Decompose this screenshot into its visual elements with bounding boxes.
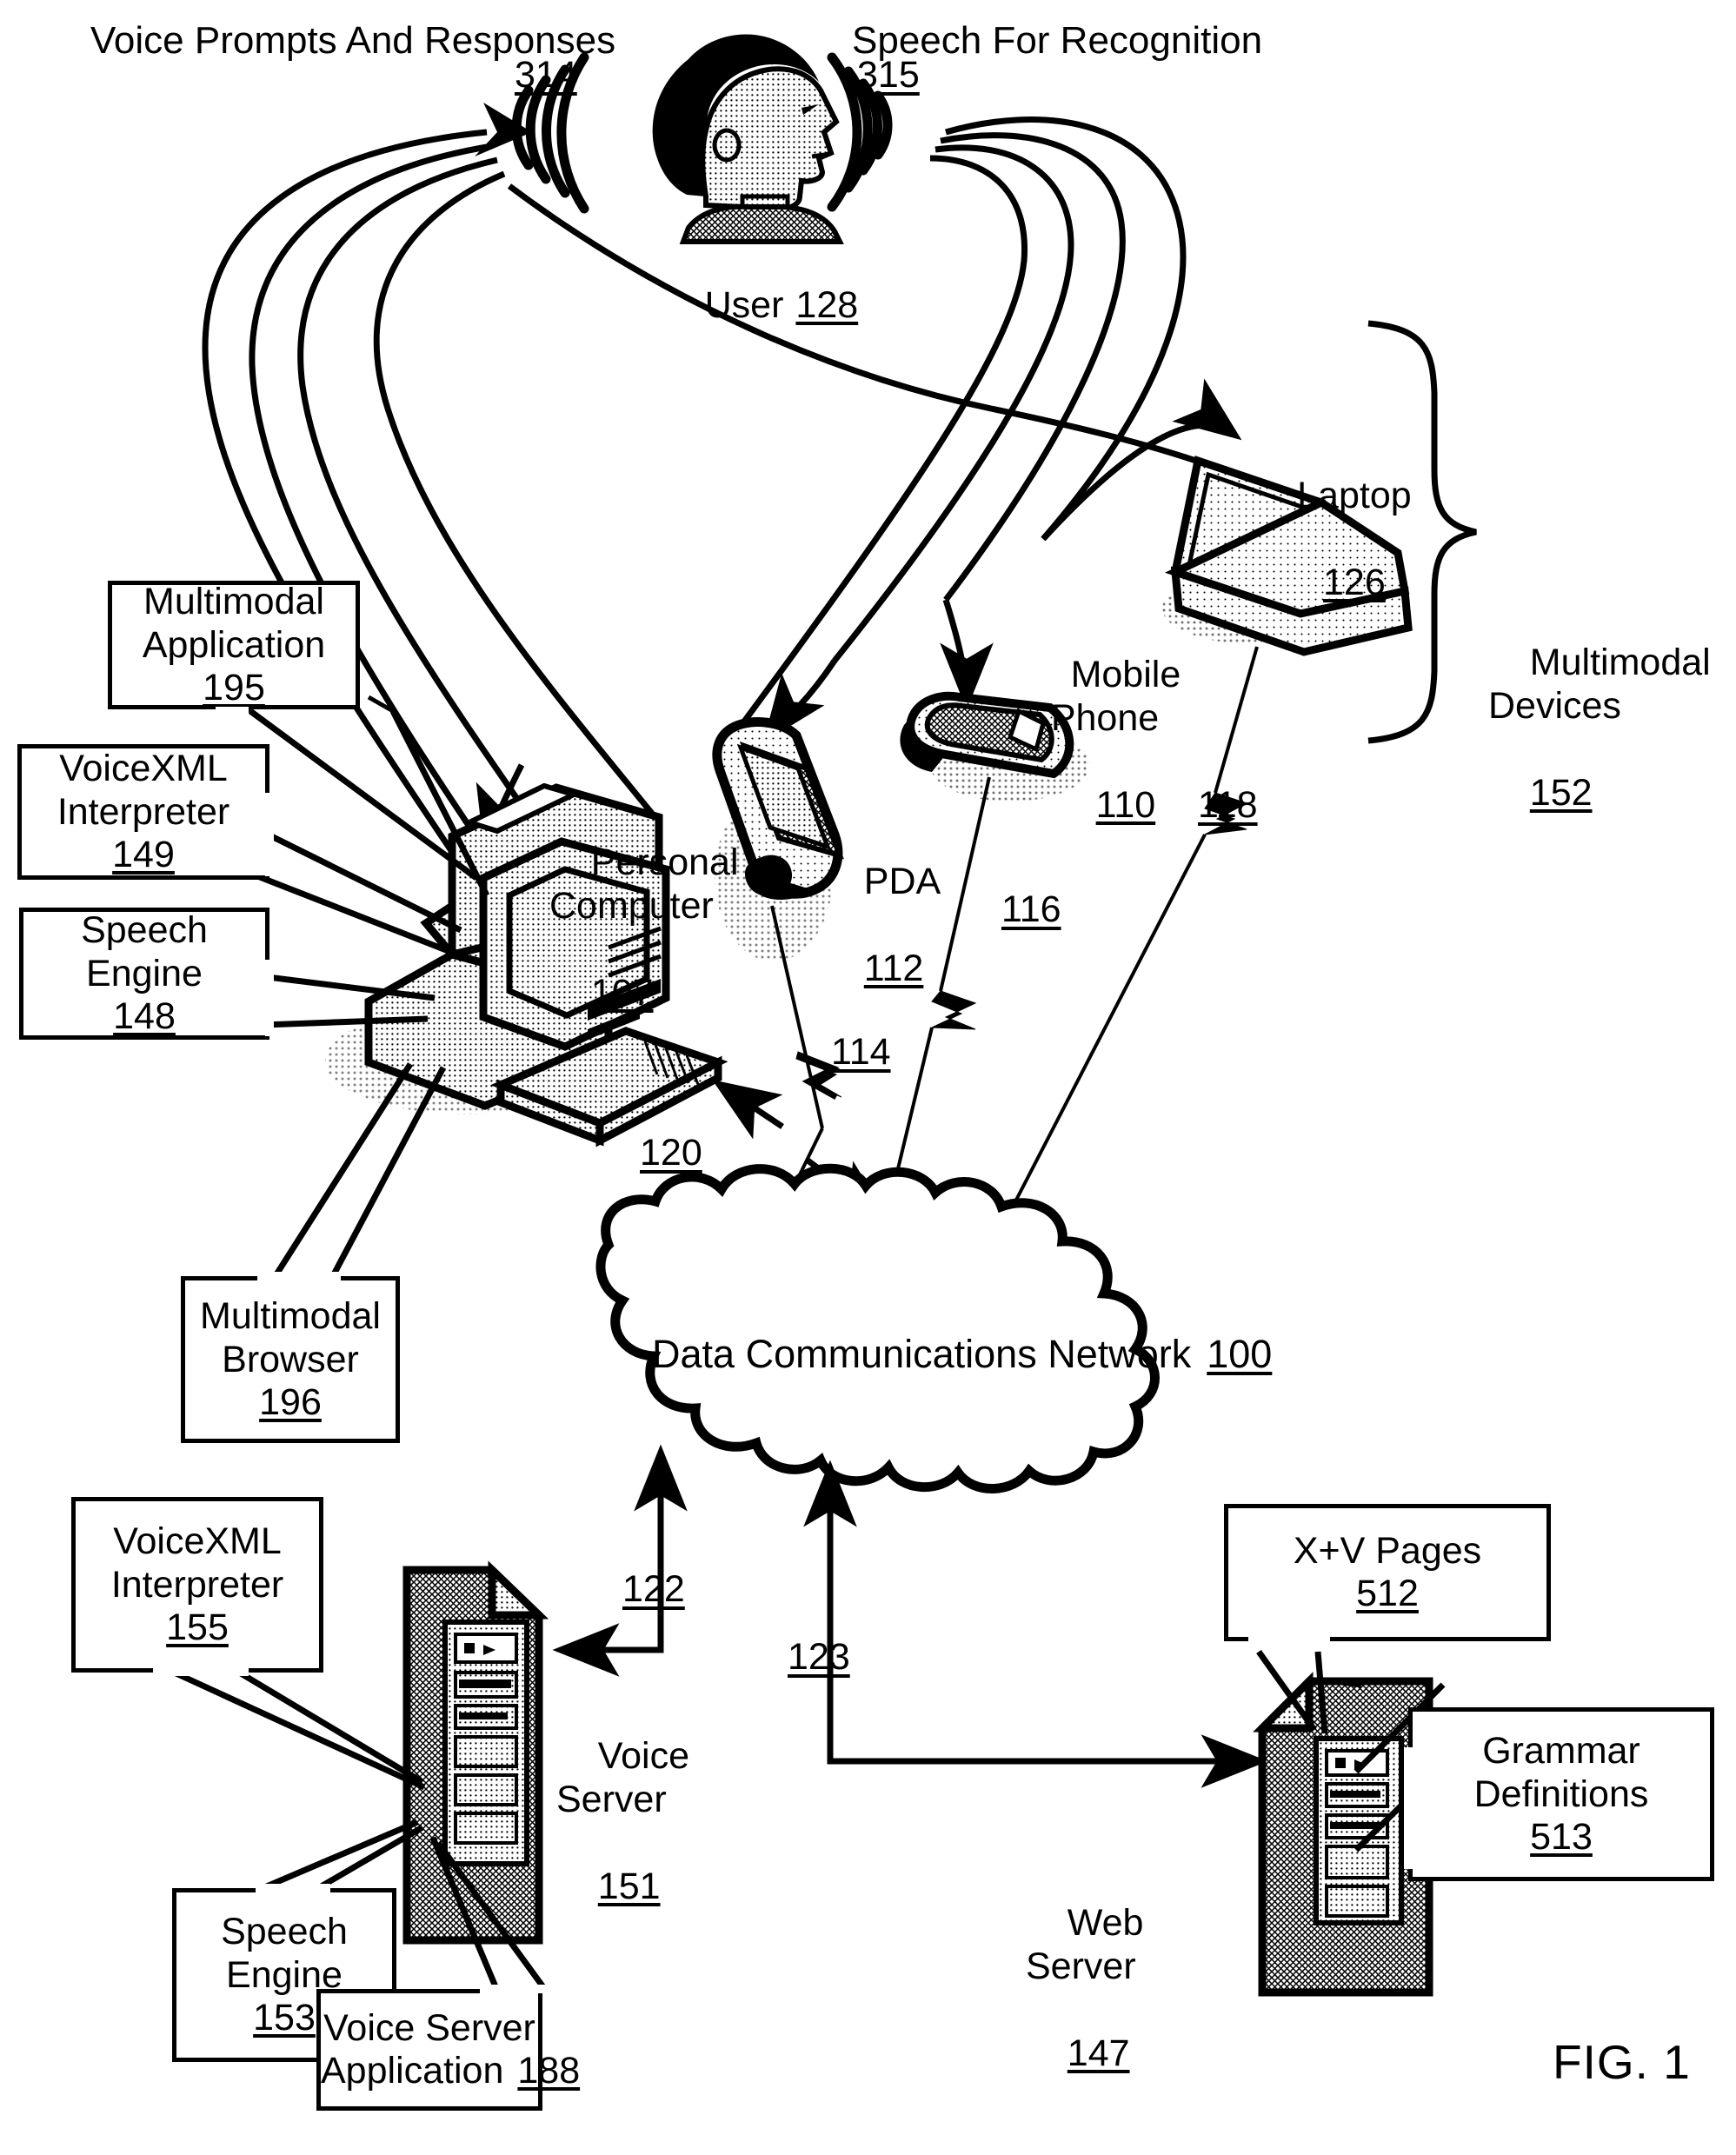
laptop-label: Laptop 126 xyxy=(1247,431,1420,648)
pda-label-text: PDA xyxy=(863,860,941,902)
network-label: Data Communications Network 100 xyxy=(609,1287,1272,1422)
ref-116: 116 xyxy=(1001,888,1061,930)
callout-voicexml-interpreter-149: VoiceXML Interpreter 149 xyxy=(17,744,269,880)
arrow-to-mobile-phone xyxy=(940,598,994,710)
web-server-label: Web Server 147 xyxy=(1026,1859,1243,2118)
callout-multimodal-browser: Multimodal Browser 196 xyxy=(181,1276,400,1443)
mobile-phone-label: Mobile Phone 110 xyxy=(1022,610,1187,870)
ref-114: 114 xyxy=(831,1031,891,1073)
multimodal-browser-text: Multimodal Browser xyxy=(200,1295,381,1380)
network-label-text: Data Communications Network xyxy=(652,1332,1192,1376)
speech-engine-148-text: Speech Engine xyxy=(81,909,208,994)
callout-xv-pages: X+V Pages 512 xyxy=(1224,1504,1551,1641)
voicexml-interpreter-149-text: VoiceXML Interpreter xyxy=(57,748,230,833)
ref-122: 122 xyxy=(622,1568,685,1610)
pda-label: PDA 112 xyxy=(822,817,944,1034)
arrow-to-pda xyxy=(762,659,837,743)
voice-server-icon xyxy=(402,1560,549,1945)
multimodal-browser-num: 196 xyxy=(259,1380,322,1423)
web-server-label-text: Web Server xyxy=(1026,1901,1144,1987)
callout-speech-engine-148: Speech Engine 148 xyxy=(19,908,269,1040)
personal-computer-label-text: Personal Computer xyxy=(549,841,739,927)
voice-server-label: Voice Server 151 xyxy=(556,1692,765,1952)
web-server-num: 147 xyxy=(1067,2032,1130,2074)
callout-grammar-definitions: Grammar Definitions 513 xyxy=(1408,1707,1714,1881)
mobile-phone-num: 110 xyxy=(1095,783,1156,826)
web-server-icon xyxy=(1253,1672,1433,1997)
voicexml-interpreter-155-text: VoiceXML Interpreter xyxy=(110,1520,284,1606)
grammar-definitions-num: 513 xyxy=(1530,1815,1593,1858)
ref-120: 120 xyxy=(640,1132,702,1174)
laptop-label-text: Laptop xyxy=(1297,474,1412,516)
network-num: 100 xyxy=(1207,1332,1273,1376)
voicexml-interpreter-149-num: 149 xyxy=(112,833,175,875)
callout-voicexml-interpreter-155: VoiceXML Interpreter 155 xyxy=(71,1497,323,1673)
link-122-123 xyxy=(634,1444,857,1558)
personal-computer-num: 107 xyxy=(590,971,654,1014)
leader-123 xyxy=(827,1558,1268,1788)
voice-server-application-num: 188 xyxy=(517,2050,581,2092)
prompt-arrowhead-icon xyxy=(475,103,532,156)
ref-123: 123 xyxy=(788,1636,850,1678)
multimodal-devices-label: Multimodal Devices 152 xyxy=(1488,598,1714,858)
voice-server-application-tail: Application xyxy=(321,2050,504,2092)
patent-figure: Voice Prompts And Responses 314 Speech F… xyxy=(0,0,1736,2155)
multimodal-application-num: 195 xyxy=(203,666,265,708)
mobile-phone-label-text: Mobile Phone xyxy=(1050,653,1181,739)
user-head-icon xyxy=(652,34,844,244)
arrow-to-laptop xyxy=(1041,378,1242,542)
voice-server-num: 151 xyxy=(597,1865,661,1907)
figure-caption: FIG. 1 xyxy=(1553,2035,1691,2089)
multimodal-devices-num: 152 xyxy=(1529,771,1593,814)
xv-pages-text: X+V Pages xyxy=(1293,1529,1482,1572)
user-label: User 128 xyxy=(661,242,861,369)
speech-engine-148-num: 148 xyxy=(113,994,176,1037)
xv-pages-num: 512 xyxy=(1356,1573,1419,1614)
speech-engine-153-num: 153 xyxy=(253,1996,316,2039)
speech-engine-153-text: Speech Engine xyxy=(221,1911,348,1996)
grammar-definitions-text: Grammar Definitions xyxy=(1473,1730,1649,1815)
ref-314: 314 xyxy=(515,54,577,96)
arrow-to-personal-computer xyxy=(476,763,529,855)
multimodal-application-text: Multimodal Application xyxy=(142,581,326,666)
callout-voice-server-application: Voice Server Application 188 xyxy=(316,1989,580,2111)
ref-315: 315 xyxy=(857,54,920,96)
voice-server-label-text: Voice Server xyxy=(556,1734,689,1820)
voice-server-application-text: Voice Server xyxy=(323,2006,535,2049)
voicexml-interpreter-155-num: 155 xyxy=(166,1606,229,1648)
laptop-num: 126 xyxy=(1323,561,1386,603)
ref-118: 118 xyxy=(1198,784,1258,826)
personal-computer-label: Personal Computer 107 xyxy=(549,798,784,1058)
callout-multimodal-application: Multimodal Application 195 xyxy=(108,581,360,709)
multimodal-devices-text: Multimodal Devices xyxy=(1488,641,1711,727)
link-120 xyxy=(712,1080,891,1223)
user-label-text: User xyxy=(704,284,784,326)
pda-num: 112 xyxy=(863,947,924,989)
user-num: 128 xyxy=(795,284,859,326)
callout-leader-lines xyxy=(238,708,490,1276)
